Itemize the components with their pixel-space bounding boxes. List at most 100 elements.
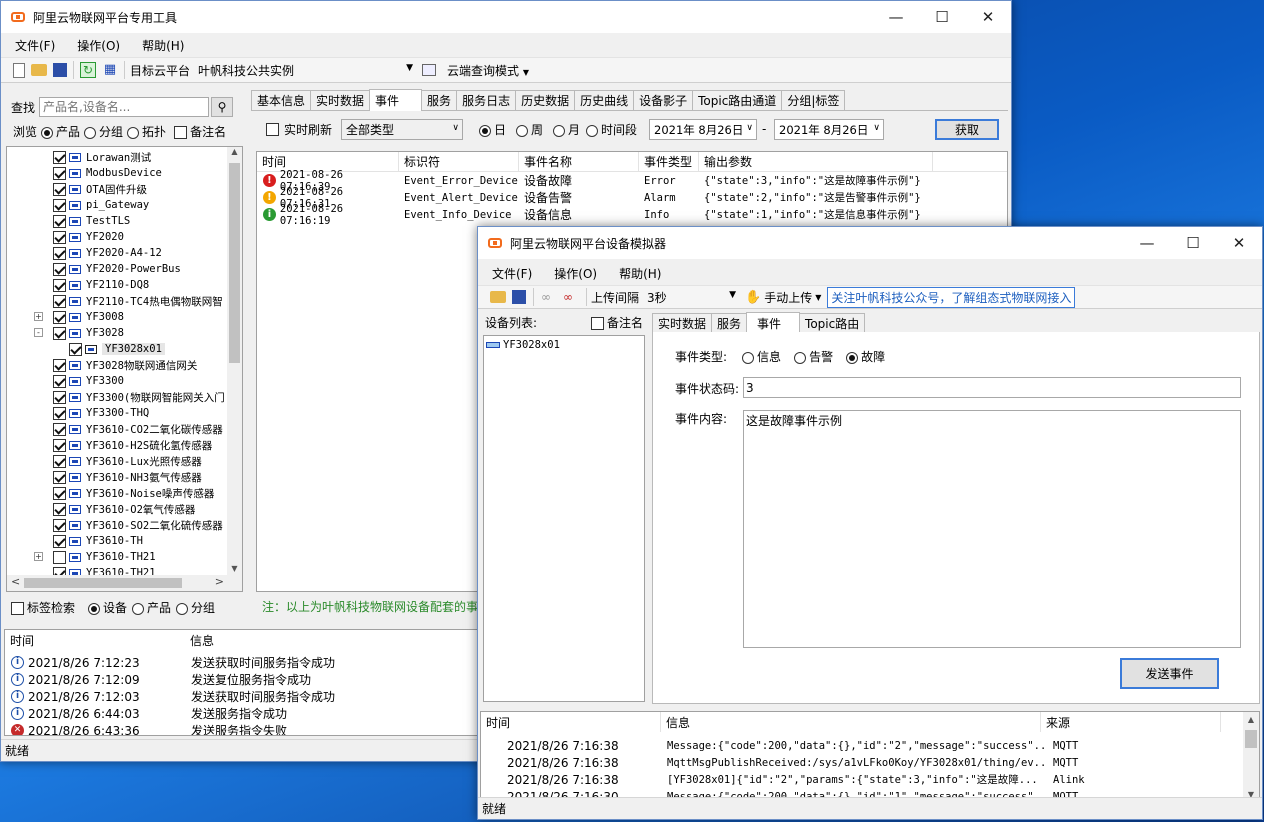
tree-item[interactable]: + YF3008 — [7, 309, 229, 325]
sim-state-input[interactable] — [743, 377, 1241, 398]
tree-item-checkbox[interactable] — [53, 262, 66, 276]
save-icon[interactable] — [53, 63, 67, 77]
filter-group-radio[interactable]: 分组 — [176, 599, 215, 616]
period-range-radio[interactable]: 时间段 — [586, 121, 637, 138]
tab-8[interactable]: Topic路由通道 — [692, 90, 783, 110]
tree-item-checkbox[interactable] — [53, 150, 66, 164]
disconnect-icon[interactable]: ∞ — [563, 289, 579, 305]
tab-1[interactable]: 实时数据 — [310, 90, 371, 110]
tree-item[interactable]: YF3300(物联网智能网关入门 — [7, 389, 229, 405]
sim-titlebar[interactable]: 阿里云物联网平台设备模拟器 — ☐ ✕ — [478, 227, 1262, 259]
sim-minimize-button[interactable]: — — [1124, 227, 1170, 259]
tab-6[interactable]: 历史曲线 — [574, 90, 635, 110]
tree-item-checkbox[interactable] — [53, 534, 66, 548]
tree-vscroll-thumb[interactable] — [229, 163, 240, 363]
close-button[interactable]: ✕ — [965, 1, 1011, 33]
tree-item-checkbox[interactable] — [53, 486, 66, 500]
tree-item[interactable]: YF2020 — [7, 229, 229, 245]
tree-item[interactable]: YF3610-Lux光照传感器 — [7, 453, 229, 469]
tree-item-checkbox[interactable] — [53, 374, 66, 388]
period-week-radio[interactable]: 周 — [516, 121, 543, 138]
sim-log-vscrollbar[interactable]: ▲ ▼ — [1243, 712, 1259, 799]
sim-log-col-info[interactable]: 信息 — [661, 712, 1041, 732]
save-icon[interactable] — [512, 290, 526, 304]
tree-vscrollbar[interactable]: ▲ ▼ — [227, 147, 242, 575]
menu-operate[interactable]: 操作(O) — [69, 37, 128, 54]
realtime-refresh-checkbox[interactable]: 实时刷新 — [266, 121, 332, 138]
period-month-radio[interactable]: 月 — [553, 121, 580, 138]
tree-item-checkbox[interactable] — [53, 310, 66, 324]
minimize-button[interactable]: — — [873, 1, 919, 33]
target-platform-select[interactable]: 叶帆科技公共实例 ▼ — [194, 60, 416, 81]
tree-item-checkbox[interactable] — [53, 182, 66, 196]
sim-note-checkbox[interactable]: 备注名 — [590, 314, 643, 331]
fetch-button[interactable]: 获取 — [935, 119, 999, 140]
col-identifier[interactable]: 标识符 — [399, 152, 519, 171]
tree-item[interactable]: YF3610-SO2二氧化硫传感器 — [7, 517, 229, 533]
query-mode-icon[interactable] — [422, 64, 437, 76]
log-col-time[interactable]: 时间 — [5, 630, 185, 650]
tree-item-checkbox[interactable] — [53, 470, 66, 484]
event-type-alert-radio[interactable]: 告警 — [794, 348, 833, 365]
sim-tab-2[interactable]: 事件 — [746, 312, 801, 334]
tree-item[interactable]: YF3610-O2氧气传感器 — [7, 501, 229, 517]
tree-item[interactable]: YF3300-THQ — [7, 405, 229, 421]
query-mode-menu[interactable]: 云端查询模式 ▼ — [447, 62, 529, 79]
tree-item[interactable]: YF3028物联网通信网关 — [7, 357, 229, 373]
network-icon[interactable]: ▦ — [102, 62, 118, 78]
sim-content-textarea[interactable]: 这是故障事件示例 — [743, 410, 1241, 648]
main-titlebar[interactable]: 阿里云物联网平台专用工具 — ☐ ✕ — [1, 1, 1011, 33]
expand-icon[interactable]: + — [34, 552, 43, 561]
tree-item[interactable]: TestTLS — [7, 213, 229, 229]
tree-item[interactable]: YF3610-H2S硫化氢传感器 — [7, 437, 229, 453]
log-col-info[interactable]: 信息 — [185, 630, 485, 650]
filter-product-radio[interactable]: 产品 — [132, 599, 171, 616]
browse-topology-radio[interactable]: 拓扑 — [127, 123, 166, 140]
tree-item-checkbox[interactable] — [53, 214, 66, 228]
tree-hscroll-thumb[interactable] — [24, 578, 182, 588]
menu-help[interactable]: 帮助(H) — [134, 37, 192, 54]
sim-log-col-source[interactable]: 来源 — [1041, 712, 1221, 732]
tree-item[interactable]: YF3610-CO2二氧化碳传感器 — [7, 421, 229, 437]
tab-9[interactable]: 分组|标签 — [781, 90, 846, 110]
tree-item[interactable]: Lorawan测试 — [7, 149, 229, 165]
tree-item-checkbox[interactable] — [53, 518, 66, 532]
tree-item-checkbox[interactable] — [53, 198, 66, 212]
tree-item[interactable]: YF3610-NH3氨气传感器 — [7, 469, 229, 485]
sim-tab-3[interactable]: Topic路由 — [799, 313, 866, 333]
sim-tab-0[interactable]: 实时数据 — [652, 313, 713, 333]
tree-item[interactable]: - YF3028 — [7, 325, 229, 341]
event-row[interactable]: i 2021-08-26 07:16:19 Event_Info_Device 设备信… — [257, 203, 1007, 227]
expand-icon[interactable]: + — [34, 312, 43, 321]
menu-file[interactable]: 文件(F) — [7, 37, 63, 54]
period-day-radio[interactable]: 日 — [479, 121, 506, 138]
connect-icon[interactable]: ∞ — [541, 289, 557, 305]
tree-item-checkbox[interactable] — [69, 342, 82, 356]
sim-log-row[interactable]: 2021/8/26 7:16:38 [YF3028x01]{"id":"2","p… — [481, 771, 1259, 788]
sim-device-item[interactable]: YF3028x01 — [486, 339, 644, 351]
event-type-fault-radio[interactable]: 故障 — [846, 348, 885, 365]
tree-item-checkbox[interactable] — [53, 326, 66, 340]
tree-item-checkbox[interactable] — [53, 454, 66, 468]
sim-log-row[interactable]: 2021/8/26 7:16:38 MqttMsgPublishReceived:… — [481, 754, 1259, 771]
tree-item[interactable]: YF2020-PowerBus — [7, 261, 229, 277]
sim-menu-operate[interactable]: 操作(O) — [546, 265, 605, 282]
tree-item[interactable]: YF3028x01 — [7, 341, 229, 357]
tree-item-checkbox[interactable] — [53, 550, 66, 564]
event-type-select[interactable]: 全部类型 ∨ — [341, 119, 463, 140]
tree-item[interactable]: YF2110-DQ8 — [7, 277, 229, 293]
promo-banner[interactable]: 关注叶帆科技公众号，了解组态式物联网接入 — [827, 286, 1076, 308]
tab-7[interactable]: 设备影子 — [633, 90, 694, 110]
tag-filter-checkbox[interactable]: 标签检索 — [11, 599, 75, 616]
tree-item-checkbox[interactable] — [53, 358, 66, 372]
tree-hscrollbar[interactable]: < > — [7, 575, 242, 591]
sim-tab-1[interactable]: 服务 — [711, 313, 748, 333]
new-file-icon[interactable] — [13, 62, 25, 78]
tree-item[interactable]: pi_Gateway — [7, 197, 229, 213]
tab-4[interactable]: 服务日志 — [456, 90, 517, 110]
sim-log-vscroll-thumb[interactable] — [1245, 730, 1257, 748]
tree-item[interactable]: YF3610-Noise噪声传感器 — [7, 485, 229, 501]
sim-maximize-button[interactable]: ☐ — [1170, 227, 1216, 259]
tree-item[interactable]: YF2110-TC4热电偶物联网智 — [7, 293, 229, 309]
open-folder-icon[interactable] — [31, 64, 47, 76]
